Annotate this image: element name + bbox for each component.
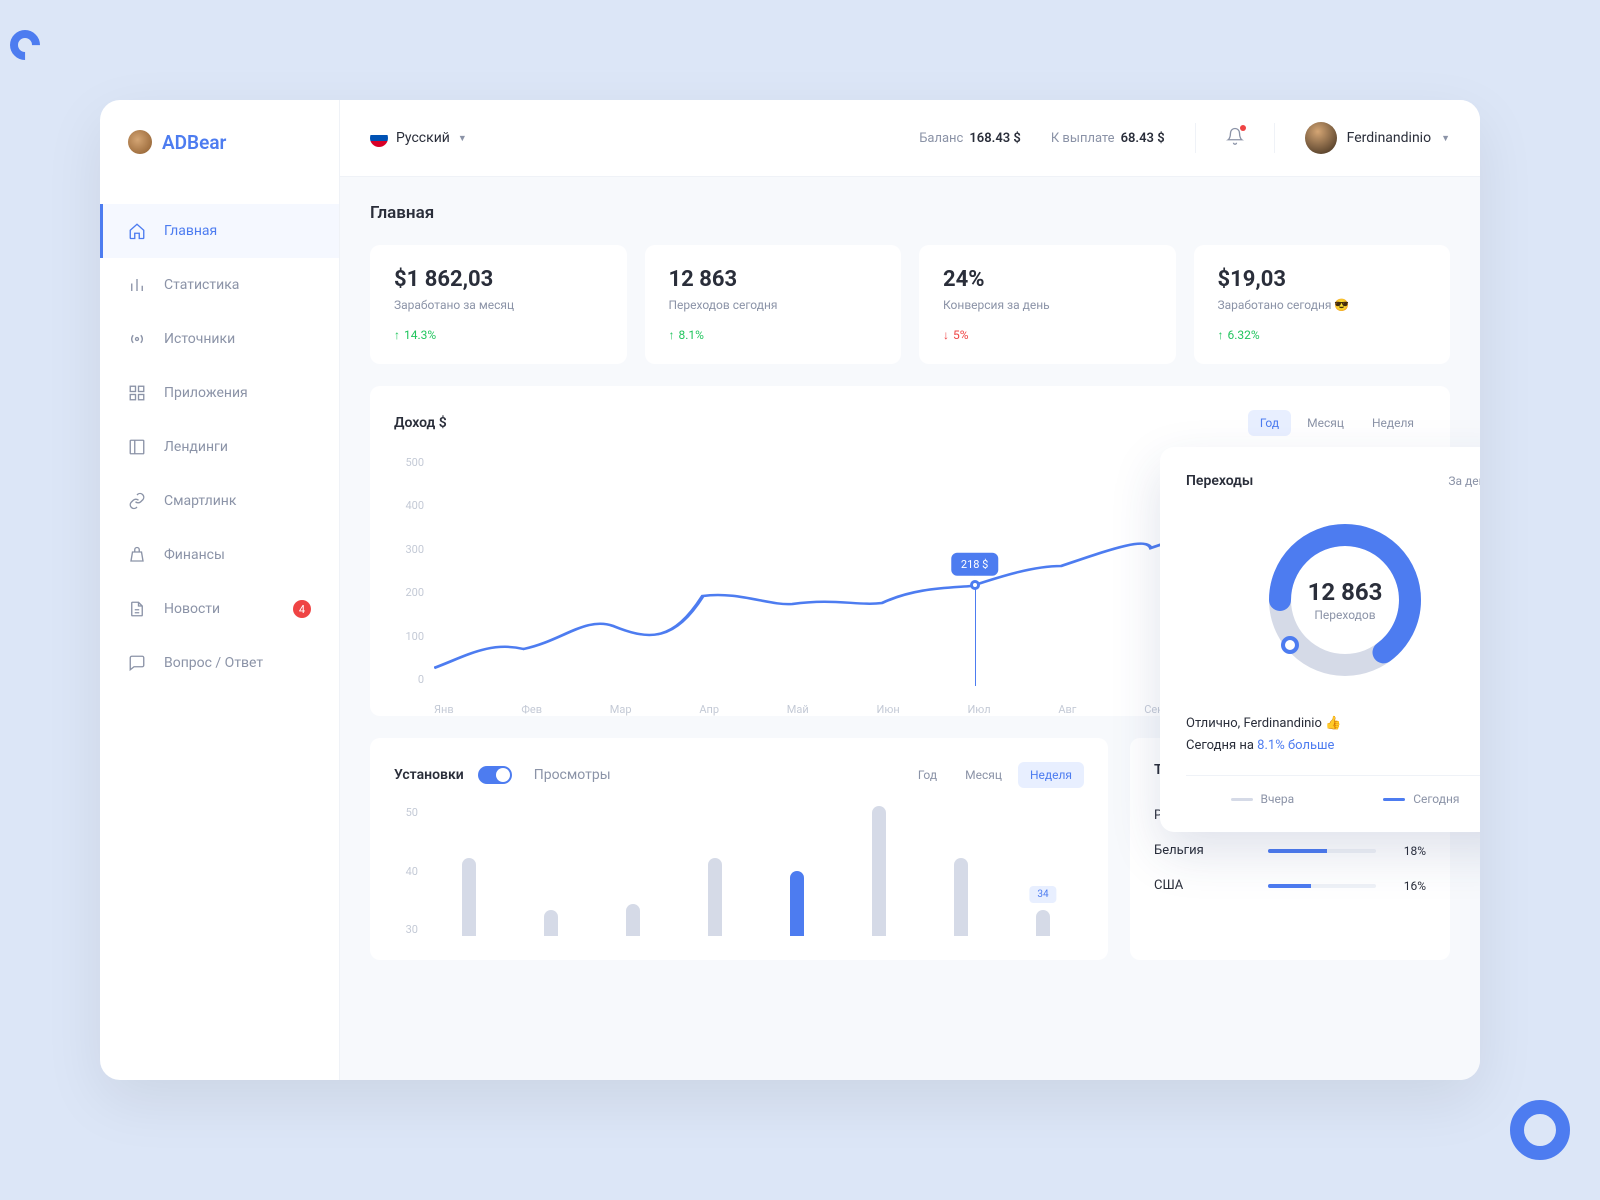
nav-label: Статистика — [164, 277, 239, 293]
sidebar-item-smartlink[interactable]: Смартлинк — [100, 474, 339, 528]
country-row: Бельгия18% — [1154, 833, 1426, 868]
bar[interactable] — [544, 910, 558, 936]
period-tabs: Год Месяц Неделя — [906, 762, 1084, 788]
arrow-up-icon: ↑ — [394, 328, 400, 342]
installs-card: Установки Просмотры Год Месяц Неделя 504… — [370, 738, 1108, 960]
user-menu[interactable]: Ferdinandinio ▼ — [1305, 122, 1450, 154]
period-tabs: Год Месяц Неделя — [1248, 410, 1426, 436]
avatar — [1305, 122, 1337, 154]
bear-icon — [128, 130, 152, 154]
stat-card-transitions: 12 863 Переходов сегодня ↑8.1% — [645, 245, 902, 364]
change-up: ↑14.3% — [394, 328, 603, 342]
change-down: ↓5% — [943, 328, 1152, 342]
brand-name: ADBear — [162, 131, 226, 154]
tab-week[interactable]: Неделя — [1018, 762, 1084, 788]
card-title: Доход $ — [394, 415, 447, 431]
bar[interactable] — [790, 871, 804, 936]
bar[interactable] — [462, 858, 476, 936]
change-up: ↑6.32% — [1218, 328, 1427, 342]
card-title: Установки — [394, 767, 464, 783]
nav-label: Источники — [164, 331, 235, 347]
payout-display: К выплате68.43 $ — [1051, 131, 1165, 146]
tab-year[interactable]: Год — [1248, 410, 1291, 436]
chat-icon — [128, 654, 146, 672]
transitions-message: Отлично, Ferdinandinio 👍 Сегодня на 8.1%… — [1186, 713, 1480, 757]
change-up: ↑8.1% — [669, 328, 878, 342]
tab-year[interactable]: Год — [906, 762, 949, 788]
app-window: ADBear Главная Статистика Источники Прил… — [100, 100, 1480, 1080]
legend: Вчера Сегодня — [1186, 775, 1480, 806]
news-badge: 4 — [293, 600, 311, 618]
bar[interactable] — [872, 806, 886, 936]
arrow-up-icon: ↑ — [669, 328, 675, 342]
layout-icon — [128, 438, 146, 456]
sidebar-item-faq[interactable]: Вопрос / Ответ — [100, 636, 339, 690]
link-icon — [128, 492, 146, 510]
nav-label: Новости — [164, 601, 220, 617]
tab-month[interactable]: Месяц — [953, 762, 1014, 788]
grid-icon — [128, 384, 146, 402]
country-row: США16% — [1154, 868, 1426, 903]
sidebar-item-finance[interactable]: Финансы — [100, 528, 339, 582]
username: Ferdinandinio — [1347, 130, 1431, 146]
stat-card-earned-month: $1 862,03 Заработано за месяц ↑14.3% — [370, 245, 627, 364]
header: Русский ▼ Баланс168.43 $ К выплате68.43 … — [340, 100, 1480, 177]
tab-month[interactable]: Месяц — [1295, 410, 1356, 436]
stat-card-conversion: 24% Конверсия за день ↓5% — [919, 245, 1176, 364]
content: Главная $1 862,03 Заработано за месяц ↑1… — [340, 177, 1480, 1080]
nav-label: Главная — [164, 223, 217, 239]
bar[interactable] — [954, 858, 968, 936]
chevron-down-icon: ▼ — [458, 133, 467, 144]
language-label: Русский — [396, 130, 450, 146]
money-icon — [128, 546, 146, 564]
file-icon — [128, 600, 146, 618]
chart-tooltip: 218 $ — [951, 553, 998, 576]
nav-label: Смартлинк — [164, 493, 236, 509]
main: Русский ▼ Баланс168.43 $ К выплате68.43 … — [340, 100, 1480, 1080]
sidebar-item-home[interactable]: Главная — [100, 204, 339, 258]
nav-label: Финансы — [164, 547, 225, 563]
page-title: Главная — [370, 203, 1450, 223]
broadcast-icon — [128, 330, 146, 348]
arrow-down-icon: ↓ — [943, 328, 949, 342]
balance-display: Баланс168.43 $ — [919, 131, 1021, 146]
chevron-down-icon: ▼ — [1441, 133, 1450, 144]
home-icon — [128, 222, 146, 240]
notifications-button[interactable] — [1226, 127, 1244, 149]
sidebar-item-apps[interactable]: Приложения — [100, 366, 339, 420]
transitions-card: Переходы За день ▼ 12 863 Переходов — [1160, 447, 1480, 832]
sidebar-item-landings[interactable]: Лендинги — [100, 420, 339, 474]
bar-chart: 504030 34 — [394, 806, 1084, 936]
sidebar: ADBear Главная Статистика Источники Прил… — [100, 100, 340, 1080]
arrow-up-icon: ↑ — [1218, 328, 1224, 342]
period-selector[interactable]: За день ▼ — [1448, 474, 1480, 488]
nav-label: Лендинги — [164, 439, 228, 455]
donut-chart: 12 863 Переходов — [1260, 515, 1430, 685]
stats-icon — [128, 276, 146, 294]
language-selector[interactable]: Русский ▼ — [370, 129, 467, 147]
sidebar-item-sources[interactable]: Источники — [100, 312, 339, 366]
bar[interactable] — [626, 904, 640, 937]
sidebar-item-stats[interactable]: Статистика — [100, 258, 339, 312]
ru-flag-icon — [370, 129, 388, 147]
sidebar-item-news[interactable]: Новости 4 — [100, 582, 339, 636]
bar[interactable] — [708, 858, 722, 936]
bar[interactable]: 34 — [1036, 910, 1050, 936]
brand-logo[interactable]: ADBear — [100, 100, 339, 204]
nav-label: Вопрос / Ответ — [164, 655, 263, 671]
stat-card-earned-today: $19,03 Заработано сегодня 😎 ↑6.32% — [1194, 245, 1451, 364]
views-toggle[interactable] — [478, 766, 512, 784]
tab-week[interactable]: Неделя — [1360, 410, 1426, 436]
nav-label: Приложения — [164, 385, 248, 401]
nav: Главная Статистика Источники Приложения … — [100, 204, 339, 690]
stats-row: $1 862,03 Заработано за месяц ↑14.3% 12 … — [370, 245, 1450, 364]
